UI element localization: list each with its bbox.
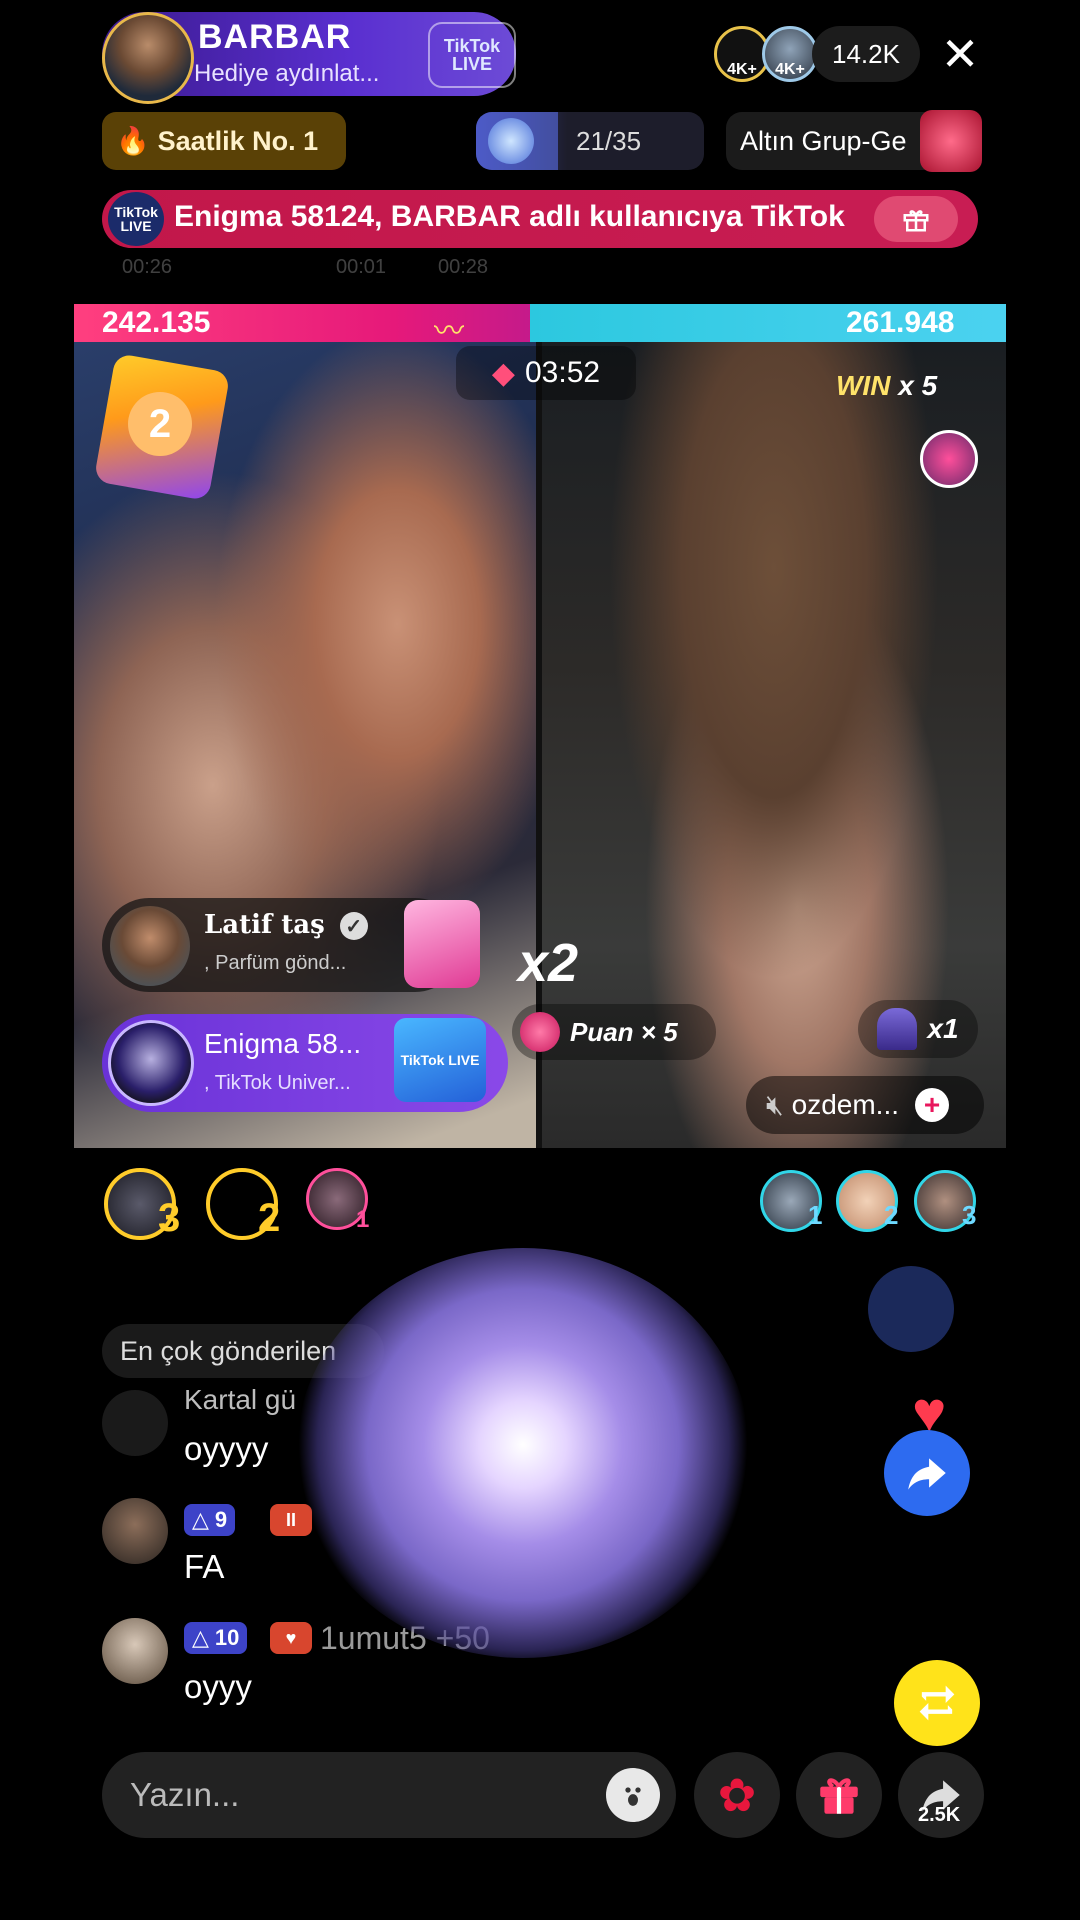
- viewer-avatar-2[interactable]: 4K+: [762, 26, 818, 82]
- host-subtitle: Hediye aydınlat...: [194, 60, 380, 87]
- score-left: 242.135: [102, 306, 211, 339]
- rose-gift-button[interactable]: ✿: [694, 1752, 780, 1838]
- gift-button[interactable]: [796, 1752, 882, 1838]
- host-avatar[interactable]: [102, 12, 194, 104]
- progress-text: 21/35: [576, 126, 642, 156]
- emoji-icon[interactable]: [606, 1768, 660, 1822]
- gift-icon[interactable]: [874, 196, 958, 242]
- sender-avatar: [108, 1020, 194, 1106]
- fan-badge-icon: ♥: [270, 1622, 312, 1654]
- level-icon: △: [192, 1507, 209, 1532]
- banner-text: Enigma 58124, BARBAR adlı kullanıcıya Ti…: [174, 200, 845, 233]
- chat-message: oyyyy: [184, 1430, 269, 1467]
- follow-plus-icon[interactable]: +: [915, 1088, 950, 1122]
- share-arrow-icon: [908, 1458, 946, 1490]
- verified-icon: ✓: [339, 912, 368, 940]
- repost-button[interactable]: [894, 1660, 980, 1746]
- glove-icon: [520, 1012, 560, 1052]
- bird-icon: [488, 118, 534, 164]
- gift-icon: [820, 1778, 858, 1814]
- level-badge: △ 9: [184, 1504, 236, 1536]
- comment-input[interactable]: Yazın...: [102, 1752, 676, 1838]
- level-icon: △: [192, 1625, 209, 1650]
- mute-icon[interactable]: 🔇︎: [766, 1089, 784, 1122]
- chat-message: FA: [184, 1548, 225, 1585]
- glove-icon: ◆: [491, 356, 515, 390]
- chat-avatar[interactable]: [102, 1618, 168, 1684]
- castle-multiplier: x1: [858, 1000, 978, 1058]
- points-multiplier: Puan × 5: [512, 1004, 716, 1060]
- boost-avatar: 2: [128, 392, 192, 456]
- chat-avatar[interactable]: [102, 1498, 168, 1564]
- chat-username[interactable]: Kartal gü: [184, 1384, 296, 1416]
- rank-number: 2: [258, 1196, 281, 1240]
- level-badge: △ 10: [184, 1622, 248, 1654]
- close-icon[interactable]: ✕: [936, 30, 984, 78]
- rank-number: 3: [158, 1196, 181, 1240]
- faded-timer: 00:28: [438, 256, 489, 278]
- chat-message: oyyy: [184, 1668, 252, 1705]
- sender-avatar: [110, 906, 190, 986]
- battle-timer: ◆ 03:52: [456, 346, 636, 400]
- sender-name: Enigma 58...: [204, 1028, 362, 1059]
- repost-icon: [919, 1685, 955, 1721]
- tiktok-live-badge: TikTok LIVE: [428, 22, 516, 88]
- castle-icon: [877, 1008, 918, 1050]
- sender-name: Latif taş ✓: [204, 910, 368, 940]
- rank-number: 2: [884, 1200, 899, 1230]
- chat-avatar[interactable]: [102, 1390, 168, 1456]
- score-right: 261.948: [846, 306, 955, 339]
- faded-timer: 00:01: [336, 256, 387, 278]
- rose-icon: ✿: [717, 1769, 757, 1821]
- share-button[interactable]: [884, 1430, 970, 1516]
- opponent-name-pill[interactable]: 🔇︎ ozdem... +: [746, 1076, 984, 1134]
- combo-multiplier: x2: [518, 933, 579, 993]
- faded-timer: 00:26: [122, 256, 173, 278]
- gift-description: , Parfüm gönd...: [204, 952, 347, 974]
- tiktok-live-icon: TikTok LIVE: [108, 192, 164, 246]
- flame-icon: 🔥: [116, 126, 150, 156]
- rank-number: 1: [356, 1206, 370, 1233]
- perfume-gift-icon: [404, 900, 480, 988]
- win-multiplier: WIN x 5: [836, 370, 938, 401]
- gift-description: , TikTok Univer...: [204, 1072, 351, 1094]
- rank-number: 3: [962, 1200, 977, 1230]
- gift-box-icon: [920, 110, 982, 172]
- rank-number: 1: [808, 1200, 823, 1230]
- hourly-rank-badge[interactable]: 🔥 Saatlik No. 1: [102, 112, 346, 170]
- share-count: 2.5K: [918, 1804, 961, 1826]
- viewer-count[interactable]: 14.2K: [812, 26, 920, 82]
- tiktok-universe-gift-icon: TikTok LIVE: [394, 1018, 486, 1102]
- boost-icon[interactable]: [920, 430, 978, 488]
- gift-animation-cloud: [296, 1248, 750, 1658]
- host-name: BARBAR: [198, 18, 352, 56]
- share-ghost-icon: [868, 1266, 954, 1352]
